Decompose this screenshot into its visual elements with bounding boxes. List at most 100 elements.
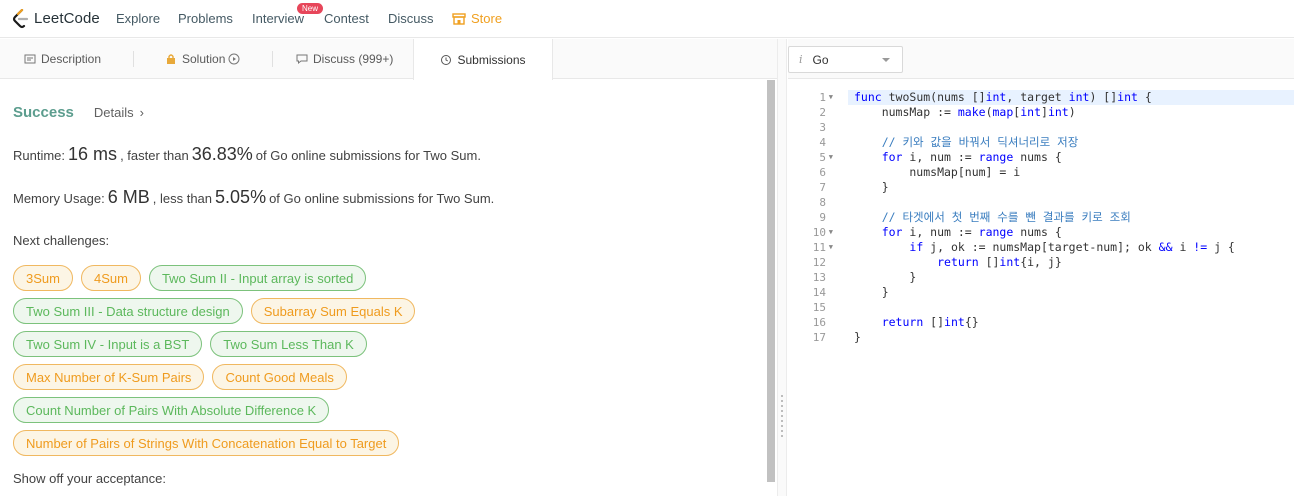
top-nav: LeetCode Explore Problems Interview New … — [0, 0, 1294, 38]
chip-row: Max Number of K-Sum Pairs Count Good Mea… — [13, 364, 483, 390]
tab-submissions[interactable]: Submissions — [413, 39, 553, 80]
line-number: 5 ▼ — [819, 150, 833, 165]
code-line[interactable]: numsMap := make(map[int]int) — [854, 105, 1294, 120]
play-circle-icon — [228, 53, 240, 65]
tab-discuss-label: Discuss (999+) — [313, 52, 394, 66]
new-badge: New — [297, 3, 324, 14]
nav-interview[interactable]: Interview — [252, 11, 304, 26]
code-line[interactable]: return []int{i, j} — [854, 255, 1294, 270]
challenge-chip[interactable]: Max Number of K-Sum Pairs — [13, 364, 205, 390]
challenge-chip[interactable]: Two Sum Less Than K — [210, 331, 367, 357]
lock-icon — [167, 54, 175, 64]
info-icon: i — [799, 53, 803, 66]
tab-discuss[interactable]: Discuss (999+) — [296, 39, 393, 79]
line-number: 6 — [819, 166, 826, 179]
chip-row: Two Sum IV - Input is a BST Two Sum Less… — [13, 331, 483, 357]
challenge-chip[interactable]: Count Good Meals — [212, 364, 347, 390]
code-line[interactable]: for i, num := range nums { — [854, 150, 1294, 165]
caret-down-icon — [882, 58, 890, 62]
memory-tail: of Go online submissions for Two Sum. — [269, 191, 495, 206]
left-panel-scrollbar[interactable] — [767, 80, 775, 482]
challenge-chips: 3Sum 4Sum Two Sum II - Input array is so… — [13, 265, 483, 463]
code-line[interactable]: numsMap[num] = i — [854, 165, 1294, 180]
show-off-label: Show off your acceptance: — [13, 471, 166, 486]
code-line[interactable] — [854, 120, 1294, 135]
language-value: Go — [812, 52, 829, 67]
line-number: 14 — [812, 286, 826, 299]
line-number: 7 — [819, 181, 826, 194]
next-challenges-label: Next challenges: — [13, 233, 110, 248]
code-line[interactable]: } — [854, 330, 1294, 345]
tab-description[interactable]: Description — [24, 39, 101, 79]
line-number: 16 — [812, 316, 826, 329]
code-line[interactable]: return []int{} — [854, 315, 1294, 330]
memory-percentile: 5.05% — [215, 187, 267, 207]
challenge-chip[interactable]: 4Sum — [80, 265, 141, 291]
line-number-gutter: 1 ▼ 2 3 4 5 ▼ 6 7 8 9 10 ▼ 11 ▼ 12 13 14 15 16 17 — [788, 90, 836, 345]
code-line[interactable]: // 키와 값을 바꿔서 딕셔너리로 저장 — [854, 135, 1294, 150]
memory-label: Memory Usage: — [13, 191, 105, 206]
code-line[interactable]: } — [854, 270, 1294, 285]
language-select[interactable]: i Go — [788, 46, 903, 73]
line-number: 12 — [812, 256, 826, 269]
code-line[interactable]: for i, num := range nums { — [854, 225, 1294, 240]
drag-handle-icon[interactable] — [781, 395, 783, 439]
challenge-chip[interactable]: Number of Pairs of Strings With Concaten… — [13, 430, 400, 456]
problem-tabs: Description Solution Discuss (999+) Subm… — [0, 39, 777, 80]
nav-explore[interactable]: Explore — [116, 11, 160, 26]
code-area[interactable]: func twoSum(nums []int, target int) []in… — [848, 90, 1294, 345]
fold-arrow-icon[interactable]: ▼ — [829, 90, 833, 105]
tab-solution[interactable]: Solution — [165, 39, 240, 79]
line-number: 13 — [812, 271, 826, 284]
challenge-chip[interactable]: Subarray Sum Equals K — [250, 298, 416, 324]
fold-arrow-icon[interactable]: ▼ — [829, 225, 833, 240]
runtime-stat: Runtime: 16 ms , faster than 36.83% of G… — [13, 144, 481, 165]
chip-row: Number of Pairs of Strings With Concaten… — [13, 430, 483, 456]
fold-arrow-icon[interactable]: ▼ — [829, 240, 833, 255]
chip-row: Count Number of Pairs With Absolute Diff… — [13, 397, 483, 423]
runtime-value: 16 ms — [68, 144, 118, 164]
leetcode-logo[interactable]: LeetCode — [12, 8, 100, 29]
line-number: 17 — [812, 331, 826, 344]
nav-contest[interactable]: Contest — [324, 11, 369, 26]
nav-problems[interactable]: Problems — [178, 11, 233, 26]
code-line[interactable]: func twoSum(nums []int, target int) []in… — [848, 90, 1294, 105]
code-line[interactable]: } — [854, 285, 1294, 300]
line-number: 11 ▼ — [812, 240, 833, 255]
nav-store[interactable]: Store — [452, 11, 502, 26]
chip-row: Two Sum III - Data structure design Suba… — [13, 298, 483, 324]
chevron-right-icon[interactable]: › — [140, 105, 144, 120]
code-line[interactable] — [854, 300, 1294, 315]
description-icon — [24, 54, 36, 64]
editor-toolbar: i Go — [788, 39, 1294, 79]
challenge-chip[interactable]: 3Sum — [13, 265, 73, 291]
line-number: 8 — [819, 196, 826, 209]
challenge-chip[interactable]: Two Sum III - Data structure design — [13, 298, 243, 324]
line-number: 10 ▼ — [812, 225, 833, 240]
code-line[interactable]: if j, ok := numsMap[target-num]; ok && i… — [854, 240, 1294, 255]
clock-icon — [441, 54, 452, 65]
code-line[interactable] — [854, 195, 1294, 210]
code-line[interactable]: // 타겟에서 첫 번째 수를 뺀 결과를 키로 조회 — [854, 210, 1294, 225]
tab-solution-label: Solution — [182, 52, 226, 66]
code-editor[interactable]: 1 ▼ 2 3 4 5 ▼ 6 7 8 9 10 ▼ 11 ▼ 12 13 14 15 16 17 func twoSu… — [788, 80, 1294, 496]
panel-splitter[interactable] — [777, 39, 787, 496]
nav-discuss[interactable]: Discuss — [388, 11, 434, 26]
details-link[interactable]: Details — [94, 105, 134, 120]
logo-text: LeetCode — [34, 10, 100, 27]
challenge-chip[interactable]: Two Sum IV - Input is a BST — [13, 331, 203, 357]
memory-stat: Memory Usage: 6 MB , less than 5.05% of … — [13, 187, 494, 208]
challenge-chip[interactable]: Two Sum II - Input array is sorted — [148, 265, 367, 291]
challenge-chip[interactable]: Count Number of Pairs With Absolute Diff… — [13, 397, 330, 423]
tab-description-label: Description — [41, 52, 102, 66]
leetcode-logo-icon — [12, 8, 29, 28]
line-number: 15 — [812, 301, 826, 314]
fold-arrow-icon[interactable]: ▼ — [829, 150, 833, 165]
store-label: Store — [471, 11, 503, 26]
submission-result-panel: Success Details › Runtime: 16 ms , faste… — [0, 80, 767, 496]
tab-divider — [133, 51, 134, 67]
line-number: 3 — [819, 121, 826, 134]
chip-row: 3Sum 4Sum Two Sum II - Input array is so… — [13, 265, 483, 291]
runtime-mid: , faster than — [120, 148, 189, 163]
code-line[interactable]: } — [854, 180, 1294, 195]
